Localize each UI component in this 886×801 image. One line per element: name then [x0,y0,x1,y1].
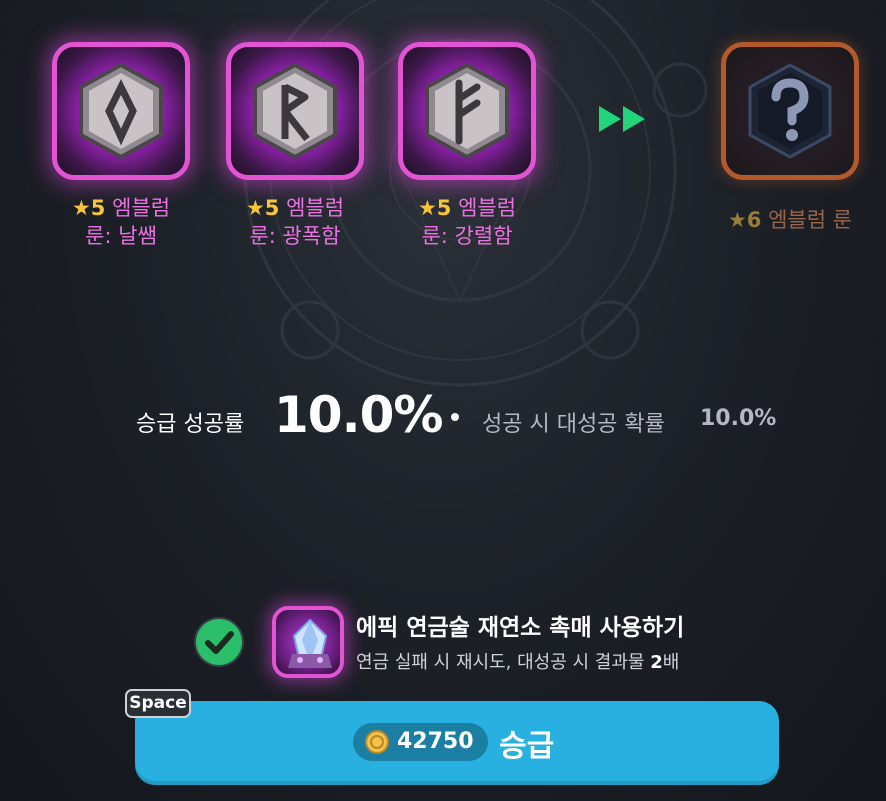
gold-coin-icon [365,730,389,754]
rune-name-line1: 엠블럼 [112,196,171,220]
cost-pill: 42750 [353,723,488,761]
result-slot [721,42,859,180]
rune-label-3: ★5 엠블럼 룬: 강렬함 [382,194,552,250]
rune-name-line2: 룬: 강렬함 [421,224,513,248]
rune-name-line1: 엠블럼 [458,196,517,220]
result-name: 엠블럼 룬 [768,208,853,232]
catalyst-description: 연금 실패 시 재시도, 대성공 시 결과물 2배 [356,648,679,674]
success-rate-row: 승급 성공률 10.0% 성공 시 대성공 확률 10.0% [0,384,886,454]
catalyst-multiplier: 2 [650,652,663,673]
catalyst-item[interactable] [272,606,344,678]
success-rate-value: 10.0% [274,386,443,444]
separator-dot [451,413,459,421]
rune-slot-2[interactable] [226,42,364,180]
catalyst-checkbox[interactable] [194,617,244,667]
fast-forward-arrow-icon [599,106,645,132]
star-grade: ★6 [727,208,762,232]
star-grade: ★5 [245,196,280,220]
question-mark-icon [748,63,832,159]
rune-name-line2: 룬: 광폭함 [249,224,341,248]
upgrade-button-label: 승급 [499,729,555,764]
catalyst-title: 에픽 연금술 재연소 촉매 사용하기 [356,615,685,641]
catalyst-desc-suffix: 배 [662,652,680,673]
success-rate-label: 승급 성공률 [136,412,245,437]
checkmark-icon [196,619,242,665]
star-grade: ★5 [417,196,452,220]
crystal-catalyst-icon [288,618,332,668]
rune-f-icon [425,62,509,160]
great-success-value: 10.0% [700,406,777,431]
upgrade-cost: 42750 [397,729,474,754]
catalyst-desc-prefix: 연금 실패 시 재시도, 대성공 시 결과물 [356,652,645,673]
result-label: ★6 엠블럼 룬 [705,206,875,234]
rune-r-icon [253,62,337,160]
space-hotkey-badge: Space [125,689,191,718]
rune-slot-3[interactable] [398,42,536,180]
upgrade-button[interactable]: 42750 승급 [135,701,779,785]
rune-name-line2: 룬: 날쌤 [85,224,157,248]
great-success-label: 성공 시 대성공 확률 [482,412,665,437]
rune-diamond-icon [79,62,163,160]
rune-name-line1: 엠블럼 [286,196,345,220]
rune-label-2: ★5 엠블럼 룬: 광폭함 [210,194,380,250]
star-grade: ★5 [71,196,106,220]
rune-label-1: ★5 엠블럼 룬: 날쌤 [36,194,206,250]
rune-slot-1[interactable] [52,42,190,180]
